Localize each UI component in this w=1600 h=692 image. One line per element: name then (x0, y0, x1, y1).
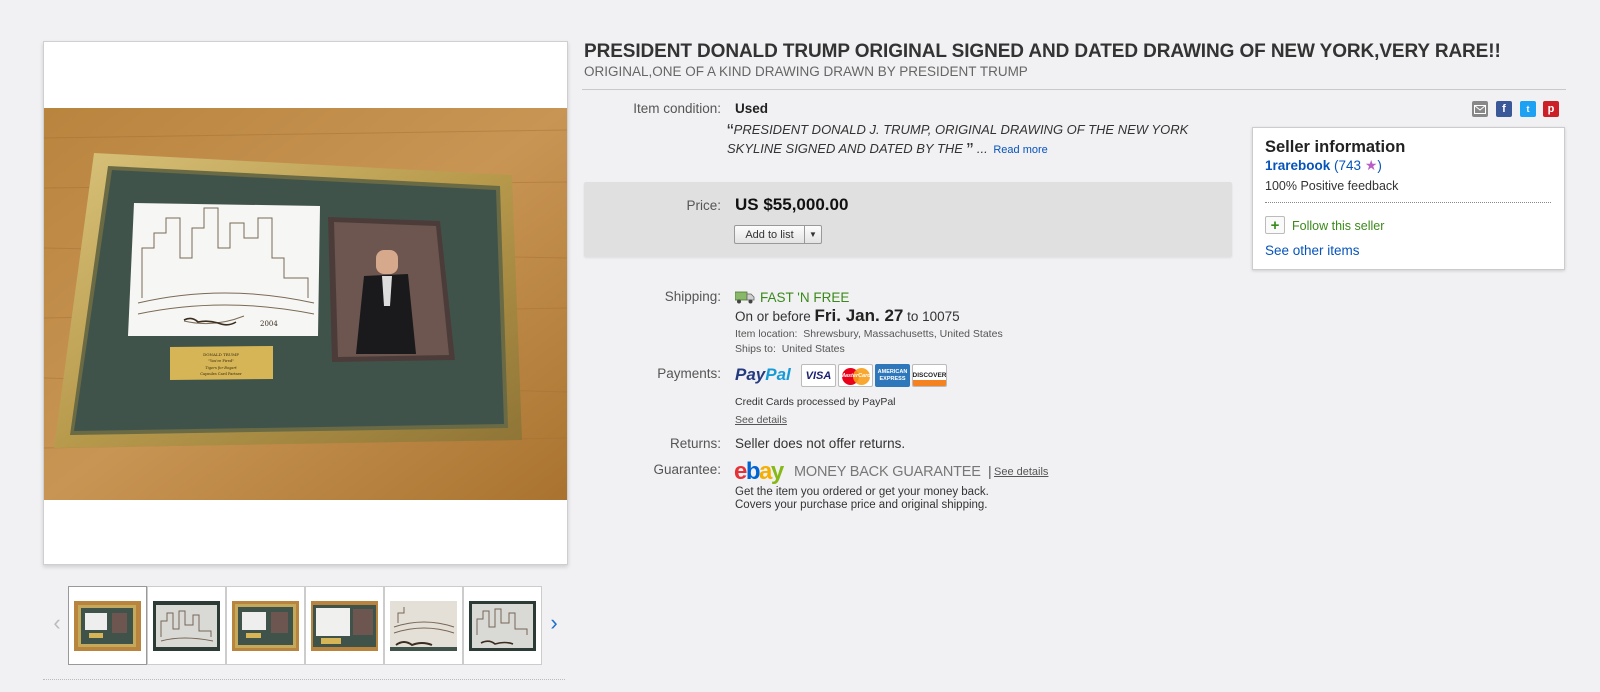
signature-date: 2004 (260, 320, 278, 328)
ebay-letter-y: y (770, 458, 784, 485)
seller-heading: Seller information (1265, 138, 1406, 156)
separator: | (988, 463, 992, 479)
paypal-logo: PayPal (735, 365, 791, 385)
amex-icon: AMERICAN EXPRESS (875, 364, 910, 387)
twitter-icon[interactable]: t (1520, 101, 1536, 117)
payments-see-details-link[interactable]: See details (735, 414, 787, 426)
ebay-logo: ebay (734, 458, 784, 486)
thumbnail-4[interactable] (305, 586, 384, 665)
guarantee-line-2: Covers your purchase price and original … (735, 499, 988, 511)
delivery-prefix: On or before (735, 309, 815, 324)
ships-to: Ships to: United States (735, 343, 845, 355)
condition-quote-text: PRESIDENT DONALD J. TRUMP, ORIGINAL DRAW… (727, 122, 1189, 156)
item-location: Item location: Shrewsbury, Massachusetts… (735, 328, 1003, 340)
visa-icon: VISA (801, 364, 836, 387)
seller-name-line: 1rarebook (743 ★) (1265, 157, 1382, 174)
amex-line-2: EXPRESS (879, 375, 906, 382)
paypal-pal: Pal (765, 365, 791, 384)
accepted-cards: VISA MasterCard AMERICAN EXPRESS DISCOVE… (801, 364, 947, 387)
divider (1265, 202, 1551, 203)
thumbnail-1[interactable] (68, 586, 147, 665)
star-icon: ★ (1364, 157, 1378, 173)
returns-label: Returns: (669, 436, 721, 451)
price-label: Price: (686, 198, 721, 213)
amex-line-1: AMERICAN (877, 368, 908, 375)
payments-label: Payments: (657, 366, 721, 381)
thumbnail-strip: ‹ › (43, 586, 568, 666)
mastercard-label: MasterCard (840, 372, 871, 379)
see-other-items-link[interactable]: See other items (1265, 243, 1360, 258)
discover-icon: DISCOVER (912, 364, 947, 387)
chevron-left-icon[interactable]: ‹ (47, 608, 67, 638)
seller-feedback-count[interactable]: (743 (1330, 158, 1365, 173)
email-icon[interactable] (1472, 101, 1488, 117)
delivery-estimate: On or before Fri. Jan. 27 to 10075 (735, 306, 960, 326)
guarantee-see-details-link[interactable]: See details (994, 466, 1048, 478)
ships-to-value: United States (781, 343, 845, 355)
item-subtitle: ORIGINAL,ONE OF A KIND DRAWING DRAWN BY … (584, 64, 1028, 79)
plaque-line-4: Capsules Card Partner (200, 372, 242, 376)
condition-label: Item condition: (633, 101, 721, 116)
chevron-down-icon[interactable]: ▼ (805, 226, 821, 243)
payments-note: Credit Cards processed by PayPal (735, 396, 896, 408)
quote-close-icon: ” (966, 140, 974, 162)
plaque-line-2: "You're Fired" (208, 359, 234, 363)
item-main-photo[interactable]: 2004 DONALD TRUMP "You're Fired" Tigers … (44, 108, 568, 500)
guarantee-label: Guarantee: (653, 462, 721, 477)
condition-description: “PRESIDENT DONALD J. TRUMP, ORIGINAL DRA… (727, 120, 1217, 162)
condition-value: Used (735, 101, 769, 116)
item-location-label: Item location: (735, 328, 798, 340)
divider (43, 679, 565, 680)
thumbnail-6[interactable] (463, 586, 542, 665)
ebay-letter-b: b (745, 458, 761, 485)
money-back-guarantee-text: MONEY BACK GUARANTEE (794, 464, 981, 480)
quote-open-icon: “ (727, 121, 734, 143)
thumbnail-3[interactable] (226, 586, 305, 665)
ebay-letter-a: a (759, 458, 772, 485)
item-location-value: Shrewsbury, Massachusetts, United States (803, 328, 1003, 340)
seller-info-panel: Seller information 1rarebook (743 ★) 100… (1252, 127, 1565, 270)
guarantee-line-1: Get the item you ordered or get your mon… (735, 486, 989, 498)
ships-to-label: Ships to: (735, 343, 776, 355)
plus-icon[interactable]: + (1265, 216, 1285, 234)
read-more-link[interactable]: Read more (993, 144, 1047, 156)
price-panel (584, 182, 1232, 257)
main-image-viewer[interactable]: 2004 DONALD TRUMP "You're Fired" Tigers … (43, 41, 568, 565)
thumbnail-5[interactable] (384, 586, 463, 665)
item-title: PRESIDENT DONALD TRUMP ORIGINAL SIGNED A… (584, 41, 1501, 62)
pinterest-icon[interactable]: p (1543, 101, 1559, 117)
truck-icon (735, 291, 755, 304)
plaque-line-3: Tigers for Bogart (205, 366, 237, 370)
ebay-letter-e: e (734, 458, 747, 485)
fast-n-free-badge: FAST 'N FREE (760, 290, 850, 305)
returns-value: Seller does not offer returns. (735, 436, 906, 451)
seller-positive-feedback: 100% Positive feedback (1265, 179, 1399, 193)
divider (582, 89, 1566, 90)
add-to-list-label[interactable]: Add to list (735, 226, 805, 243)
thumbnail-2[interactable] (147, 586, 226, 665)
follow-seller-link[interactable]: Follow this seller (1292, 219, 1384, 233)
delivery-date: Fri. Jan. 27 (814, 306, 904, 325)
paypal-pay: Pay (735, 365, 766, 384)
delivery-zip: to 10075 (903, 309, 960, 324)
add-to-list-button[interactable]: Add to list ▼ (734, 225, 822, 244)
seller-name-link[interactable]: 1rarebook (1265, 158, 1330, 173)
facebook-icon[interactable]: f (1496, 101, 1512, 117)
seller-feedback-close: ) (1377, 158, 1382, 173)
mastercard-icon: MasterCard (838, 364, 873, 387)
shipping-label: Shipping: (664, 289, 721, 304)
plaque-line-1: DONALD TRUMP (203, 352, 239, 357)
chevron-right-icon[interactable]: › (544, 608, 564, 638)
quote-ellipsis: ... (973, 141, 988, 156)
price-value: US $55,000.00 (735, 195, 849, 214)
